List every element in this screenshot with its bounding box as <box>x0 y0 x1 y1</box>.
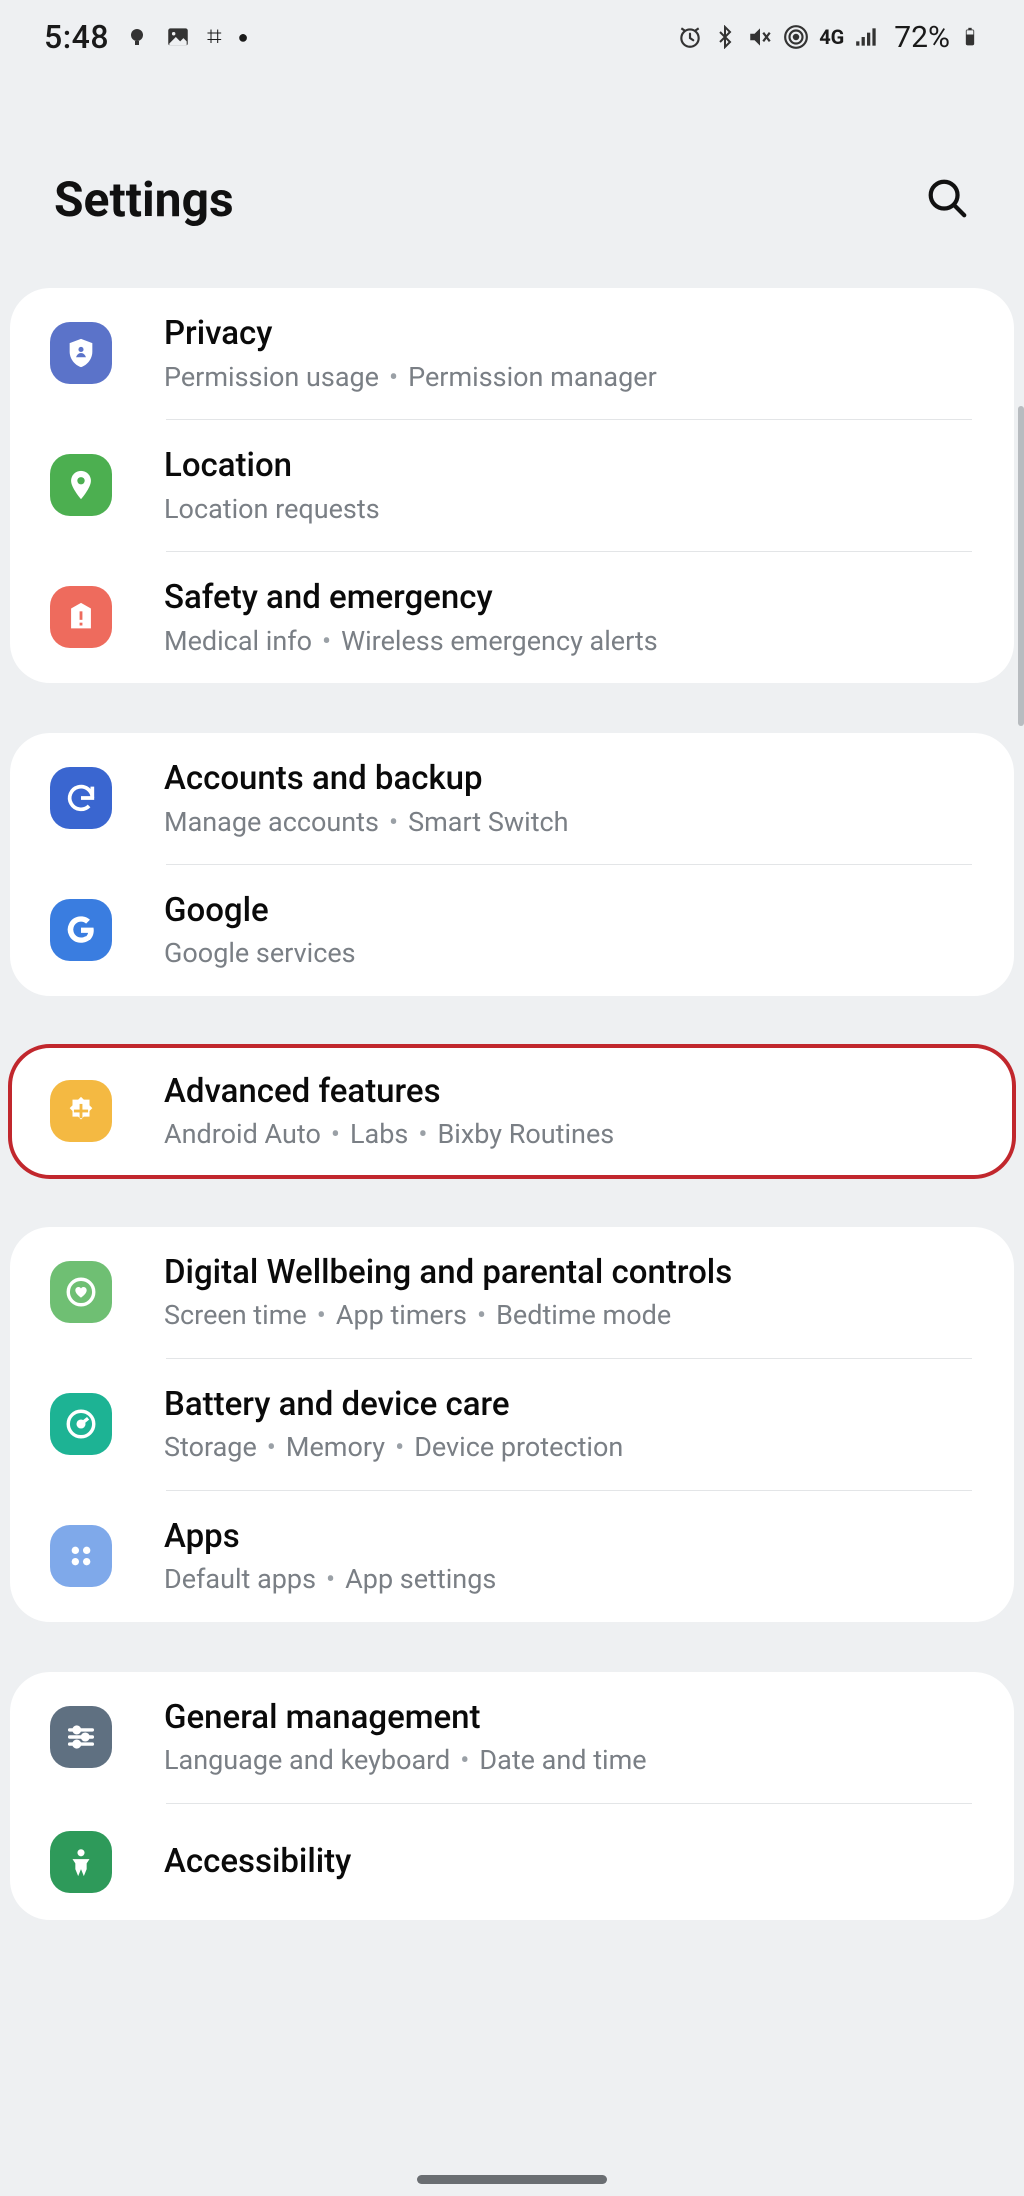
bluetooth-icon <box>713 25 737 49</box>
sliders-icon <box>50 1706 112 1768</box>
search-button[interactable] <box>924 175 970 225</box>
bulb-icon <box>125 25 149 49</box>
settings-item-title: Digital Wellbeing and parental controls <box>164 1251 986 1296</box>
clock: 5:48 <box>44 18 109 56</box>
pin-icon <box>50 454 112 516</box>
settings-item-subtitle: Screen time•App timers•Bedtime mode <box>164 1297 986 1333</box>
slack-icon: ⌗ <box>207 24 222 50</box>
plus-icon <box>50 1080 112 1142</box>
battery-percent: 72% <box>894 20 950 55</box>
settings-item-subtitle: Location requests <box>164 491 986 527</box>
settings-item-accounts[interactable]: Accounts and backupManage accounts•Smart… <box>10 733 1014 864</box>
shield-icon <box>50 322 112 384</box>
dot-icon: ● <box>238 27 249 48</box>
scrollbar-thumb[interactable] <box>1018 406 1024 726</box>
grid-icon <box>50 1525 112 1587</box>
settings-list[interactable]: PrivacyPermission usage•Permission manag… <box>0 288 1024 1920</box>
settings-item-wellbeing[interactable]: Digital Wellbeing and parental controlsS… <box>10 1227 1014 1358</box>
settings-item-google[interactable]: GoogleGoogle services <box>10 865 1014 996</box>
sync-icon <box>50 767 112 829</box>
gesture-handle <box>417 2175 607 2184</box>
status-bar: 5:48 ⌗ ● 4G 72% <box>0 0 1024 66</box>
settings-item-privacy[interactable]: PrivacyPermission usage•Permission manag… <box>10 288 1014 419</box>
settings-item-title: Safety and emergency <box>164 576 986 621</box>
settings-group: Accounts and backupManage accounts•Smart… <box>10 733 1014 996</box>
google-icon <box>50 899 112 961</box>
settings-item-title: Apps <box>164 1515 986 1560</box>
image-icon <box>165 24 191 50</box>
settings-item-subtitle: Google services <box>164 935 986 971</box>
settings-item-battery[interactable]: Battery and device careStorage•Memory•De… <box>10 1359 1014 1490</box>
settings-group: Digital Wellbeing and parental controlsS… <box>10 1227 1014 1622</box>
settings-item-subtitle: Storage•Memory•Device protection <box>164 1429 986 1465</box>
settings-item-subtitle: Android Auto•Labs•Bixby Routines <box>164 1116 986 1152</box>
settings-item-safety[interactable]: Safety and emergencyMedical info•Wireles… <box>10 552 1014 683</box>
settings-item-title: Google <box>164 889 986 934</box>
settings-item-title: Accounts and backup <box>164 757 986 802</box>
settings-item-subtitle: Manage accounts•Smart Switch <box>164 804 986 840</box>
hotspot-icon <box>783 24 809 50</box>
heart-icon <box>50 1261 112 1323</box>
settings-group: Advanced featuresAndroid Auto•Labs•Bixby… <box>10 1046 1014 1177</box>
search-icon <box>924 175 970 221</box>
battery-icon <box>960 23 980 51</box>
alarm-icon <box>677 24 703 50</box>
settings-item-title: Advanced features <box>164 1070 986 1115</box>
mute-icon <box>747 24 773 50</box>
page-header: Settings <box>0 66 1024 288</box>
network-type-icon: 4G <box>819 25 844 49</box>
settings-item-title: Accessibility <box>164 1840 986 1885</box>
page-title: Settings <box>54 171 234 228</box>
signal-icon <box>854 24 880 50</box>
settings-item-subtitle: Permission usage•Permission manager <box>164 359 986 395</box>
settings-item-title: General management <box>164 1696 986 1741</box>
settings-item-advanced[interactable]: Advanced featuresAndroid Auto•Labs•Bixby… <box>10 1046 1014 1177</box>
settings-item-title: Location <box>164 444 986 489</box>
settings-item-location[interactable]: LocationLocation requests <box>10 420 1014 551</box>
person-icon <box>50 1831 112 1893</box>
settings-item-title: Privacy <box>164 312 986 357</box>
settings-item-title: Battery and device care <box>164 1383 986 1428</box>
settings-group: General managementLanguage and keyboard•… <box>10 1672 1014 1920</box>
alert-icon <box>50 586 112 648</box>
settings-group: PrivacyPermission usage•Permission manag… <box>10 288 1014 683</box>
settings-item-subtitle: Default apps•App settings <box>164 1561 986 1597</box>
gauge-icon <box>50 1393 112 1455</box>
settings-item-subtitle: Language and keyboard•Date and time <box>164 1742 986 1778</box>
settings-item-subtitle: Medical info•Wireless emergency alerts <box>164 623 986 659</box>
settings-item-general[interactable]: General managementLanguage and keyboard•… <box>10 1672 1014 1803</box>
settings-item-accessibility[interactable]: Accessibility <box>10 1804 1014 1920</box>
settings-item-apps[interactable]: AppsDefault apps•App settings <box>10 1491 1014 1622</box>
